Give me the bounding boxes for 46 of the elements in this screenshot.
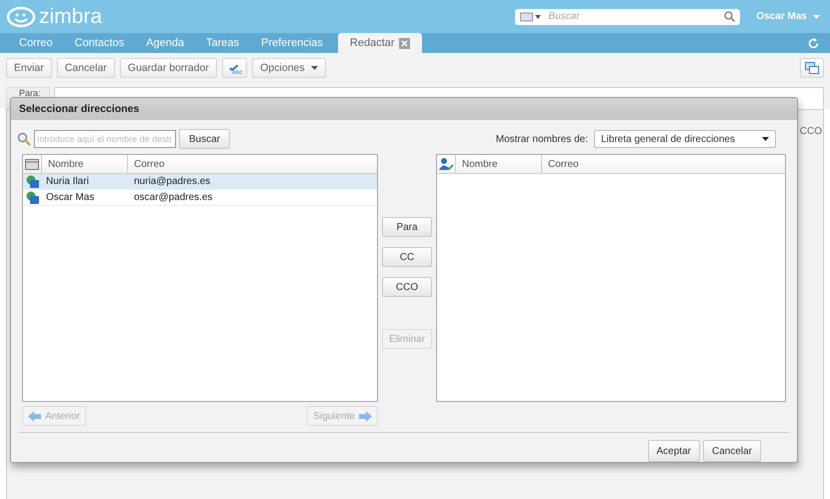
column-header[interactable]: Nombre <box>456 155 542 173</box>
logo-text: zimbra <box>39 4 102 28</box>
add-button[interactable]: Para <box>382 217 432 237</box>
contact-email: oscar@padres.es <box>133 192 213 203</box>
toolbar-button[interactable]: Enviar <box>6 58 52 78</box>
contact-name: Oscar Mas <box>45 192 96 203</box>
close-icon[interactable] <box>398 38 410 48</box>
caret-icon <box>813 14 820 18</box>
contact-icon <box>26 175 39 188</box>
checkmark-icon <box>226 65 241 71</box>
caret-icon <box>310 66 318 70</box>
toolbar-button[interactable]: Cancelar <box>56 58 115 78</box>
smiley-logo-icon <box>6 6 36 28</box>
toolbar-button[interactable]: Guardar borrador <box>120 58 217 78</box>
bcc-link[interactable]: CCO <box>800 126 822 137</box>
source-dropdown[interactable]: Libreta general de direcciones <box>594 130 776 148</box>
dialog-button[interactable]: Aceptar <box>648 440 700 462</box>
folder-icon <box>25 158 39 170</box>
new-window-button[interactable] <box>800 58 824 78</box>
dialog-button[interactable]: Cancelar <box>702 440 761 462</box>
windows-icon <box>805 62 819 74</box>
search-bar[interactable]: Buscar <box>515 8 740 24</box>
contact-row[interactable]: Nuria Ilari nuria@padres.es <box>23 174 377 190</box>
contact-email: nuria@padres.es <box>133 176 210 187</box>
tab[interactable]: Redactar <box>338 33 422 53</box>
contact-name: Nuria Ilari <box>45 176 90 187</box>
search-icon <box>17 132 31 146</box>
search-field[interactable]: Introduce aquí el nombre de destr <box>34 130 176 148</box>
right-arrow-icon <box>359 410 372 422</box>
caret-icon <box>762 137 769 141</box>
add-button[interactable]: CC <box>382 247 432 267</box>
envelope-dropdown-icon[interactable] <box>520 12 542 22</box>
contact-icon <box>26 191 39 204</box>
left-arrow-icon <box>28 410 41 422</box>
search-field[interactable]: Buscar <box>546 10 720 23</box>
column-header[interactable]: Correo <box>542 155 785 173</box>
column-header[interactable]: Correo <box>128 155 377 173</box>
search-button[interactable]: Buscar <box>179 129 230 149</box>
add-button[interactable]: CCO <box>382 277 432 297</box>
search-icon[interactable] <box>724 11 736 22</box>
source-label: Mostrar nombres de: <box>496 134 588 144</box>
options-button[interactable]: Opciones <box>252 58 326 78</box>
person-check-icon <box>438 157 454 171</box>
refresh-icon[interactable] <box>807 36 820 50</box>
contact-row[interactable]: Oscar Mas oscar@padres.es <box>23 190 377 206</box>
column-header[interactable]: Nombre <box>42 155 128 173</box>
